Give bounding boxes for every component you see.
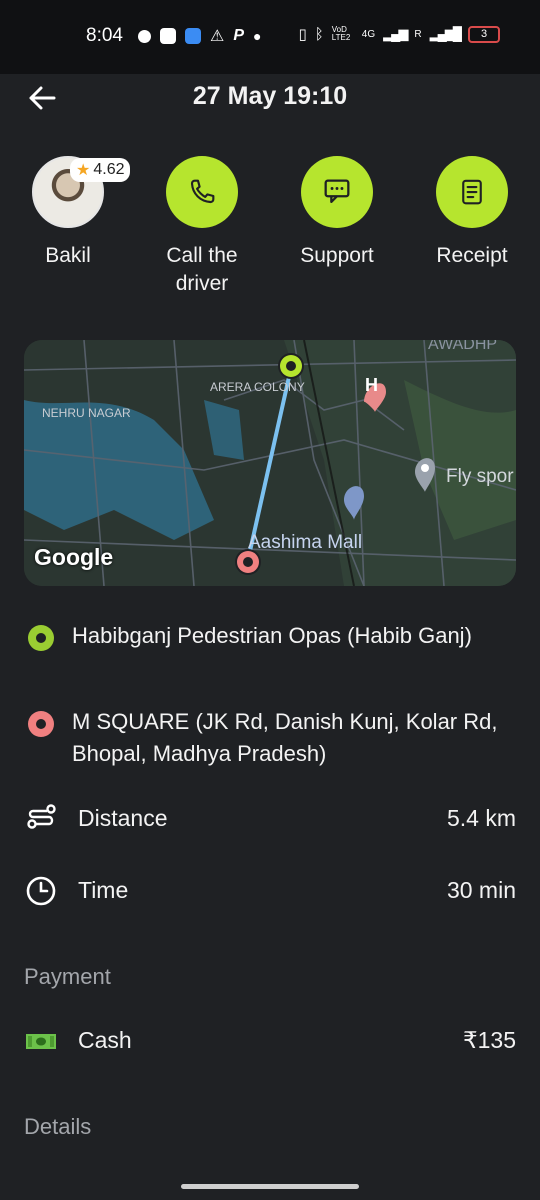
star-icon: ★ xyxy=(76,162,91,179)
time-label: Time xyxy=(78,877,129,903)
battery-icon: 3 xyxy=(468,25,500,43)
vibrate-icon: ▯ xyxy=(298,26,307,43)
header: 27 May 19:10 xyxy=(0,74,540,124)
support-label: Support xyxy=(300,244,374,267)
distance-label: Distance xyxy=(78,805,168,831)
warning-icon: ⚠ xyxy=(210,28,225,45)
status-time: 8:04 xyxy=(86,25,123,46)
dropoff-address: M SQUARE (JK Rd, Danish Kunj, Kolar Rd, … xyxy=(72,709,498,766)
page-title: 27 May 19:10 xyxy=(192,82,348,110)
driver-name: Bakil xyxy=(45,244,91,267)
google-logo: Google xyxy=(34,544,114,570)
receipt-button[interactable]: Receipt xyxy=(412,156,532,270)
support-circle xyxy=(301,156,373,228)
signal-icon: ▂▄▆█ xyxy=(429,26,462,41)
distance-value: 5.4 km xyxy=(446,805,516,831)
call-driver-button[interactable]: Call the driver xyxy=(142,156,262,298)
svg-text:H: H xyxy=(365,375,378,395)
dropoff-dot-icon xyxy=(28,711,54,737)
app-notification-icon xyxy=(160,28,176,44)
payment-section-title: Payment xyxy=(24,964,111,989)
receipt-label: Receipt xyxy=(436,244,508,267)
paytm-icon: P xyxy=(233,27,245,44)
chat-icon xyxy=(324,179,350,204)
pickup-address: Habibganj Pedestrian Opas (Habib Ganj) xyxy=(72,623,472,648)
gesture-home-bar[interactable] xyxy=(181,1184,359,1189)
receipt-icon xyxy=(462,179,482,205)
map-label-nehru-nagar: NEHRU NAGAR xyxy=(42,406,131,420)
battery-level: 3 xyxy=(480,28,488,40)
status-bar: 8:04 ⚠ P ● ▯ ᛒ VoD LTE2 4G ▂▄▆ R ▂▄▆█ 3 xyxy=(0,0,540,74)
map-label-aashima-mall: Aashima Mall xyxy=(248,532,363,553)
map-label-fly-sports: Fly spor xyxy=(446,466,514,487)
route-map[interactable]: H AWADHP ARERA COLONY NEHRU NAGAR Fly sp… xyxy=(24,340,516,586)
payment-row: Cash ₹135 xyxy=(0,1020,540,1060)
notification-icons: ⚠ P ● xyxy=(138,26,261,46)
network-label: VoD LTE2 xyxy=(331,25,351,42)
pickup-dot-icon xyxy=(28,625,54,651)
more-dot-icon: ● xyxy=(253,28,262,44)
system-icons: ▯ ᛒ VoD LTE2 4G ▂▄▆ R ▂▄▆█ 3 xyxy=(298,25,500,43)
rating-badge: ★ 4.62 xyxy=(70,158,131,182)
support-button[interactable]: Support xyxy=(277,156,397,270)
phone-icon xyxy=(190,179,215,204)
call-circle xyxy=(166,156,238,228)
rating-value: 4.62 xyxy=(93,161,125,178)
clock-icon xyxy=(26,876,56,906)
app-notification-icon xyxy=(185,28,201,44)
bluetooth-icon: ᛒ xyxy=(314,25,324,43)
map-label-awadhpuri: AWADHP xyxy=(428,340,498,353)
network-label: R xyxy=(414,28,422,40)
time-row: Time 30 min xyxy=(0,870,540,910)
signal-icon: ▂▄▆ xyxy=(383,26,408,41)
network-label: 4G xyxy=(361,28,376,40)
distance-row: Distance 5.4 km xyxy=(0,798,540,838)
payment-method: Cash xyxy=(78,1027,132,1053)
receipt-circle xyxy=(436,156,508,228)
app-notification-icon xyxy=(138,29,151,43)
details-section-title: Details xyxy=(24,1114,92,1139)
route-icon xyxy=(27,804,56,829)
map-label-arera-colony: ARERA COLONY xyxy=(210,380,305,394)
time-value: 30 min xyxy=(446,877,516,903)
call-driver-label: Call the driver xyxy=(166,244,238,295)
payment-amount: ₹135 xyxy=(462,1027,516,1053)
cash-icon xyxy=(26,1034,56,1049)
